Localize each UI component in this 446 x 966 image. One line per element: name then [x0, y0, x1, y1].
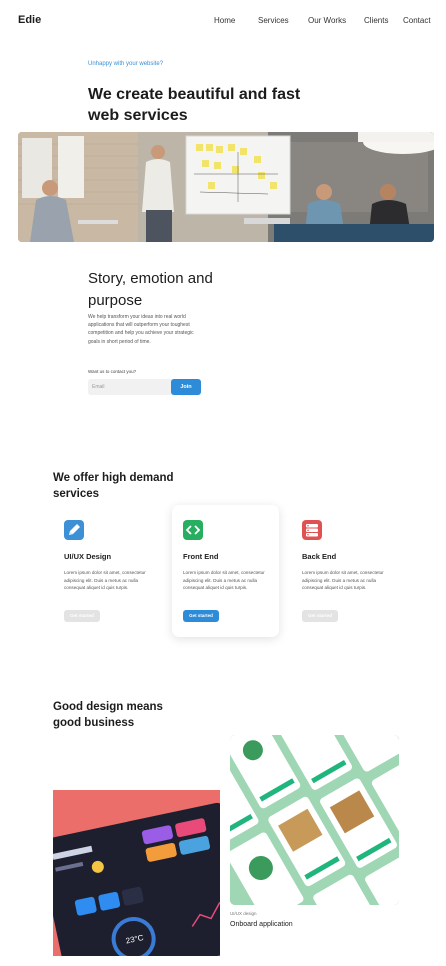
service-card-backend: Back End Lorem ipsum dolor sit amet, con…	[291, 505, 398, 637]
nav-clients[interactable]: Clients	[364, 16, 388, 25]
business-title: Good design means good business	[53, 701, 163, 729]
onboarding-screens-image	[230, 735, 399, 905]
server-icon	[302, 520, 322, 540]
nav-home[interactable]: Home	[214, 16, 235, 25]
project-tag: UI/UX design	[230, 911, 257, 916]
service-description: Lorem ipsum dolor sit amet, consectetur …	[183, 570, 265, 590]
project-thumbnail-onboarding[interactable]	[230, 735, 399, 905]
code-icon	[183, 520, 203, 540]
story-text: We help transform your ideas into real w…	[88, 314, 194, 345]
nav-services[interactable]: Services	[258, 16, 289, 25]
email-form: Join	[88, 379, 201, 395]
service-name: Back End	[302, 552, 337, 561]
dashboard-mockup-image: 23°C	[53, 790, 220, 956]
project-name[interactable]: Onboard application	[230, 921, 293, 928]
service-name: Front End	[183, 552, 219, 561]
nav-our-works[interactable]: Our Works	[308, 16, 346, 25]
service-name: UI/UX Design	[64, 552, 112, 561]
nav-contact[interactable]: Contact	[403, 16, 431, 25]
top-nav: Edie Home Services Our Works Clients Con…	[0, 0, 446, 42]
services-title: We offer high demand services	[53, 472, 174, 500]
contact-label: Want us to contact you?	[88, 369, 137, 374]
get-started-button[interactable]: Get started	[302, 610, 338, 622]
get-started-button[interactable]: Get started	[64, 610, 100, 622]
hero-tagline: Unhappy with your website?	[88, 61, 164, 67]
join-button[interactable]: Join	[171, 379, 201, 395]
service-card-uiux: UI/UX Design Lorem ipsum dolor sit amet,…	[53, 505, 160, 637]
pencil-icon	[64, 520, 84, 540]
hero-photo	[18, 132, 434, 242]
service-description: Lorem ipsum dolor sit amet, consectetur …	[64, 570, 146, 590]
email-field[interactable]	[92, 382, 168, 392]
get-started-button[interactable]: Get started	[183, 610, 219, 622]
team-meeting-illustration	[18, 132, 434, 242]
story-title: Story, emotion and purpose	[88, 270, 213, 309]
service-description: Lorem ipsum dolor sit amet, consectetur …	[302, 570, 384, 590]
hero-title: We create beautiful and fast web service…	[88, 86, 301, 124]
project-thumbnail-dashboard[interactable]: 23°C	[53, 790, 220, 956]
logo[interactable]: Edie	[18, 14, 41, 26]
service-card-frontend: Front End Lorem ipsum dolor sit amet, co…	[172, 505, 279, 637]
